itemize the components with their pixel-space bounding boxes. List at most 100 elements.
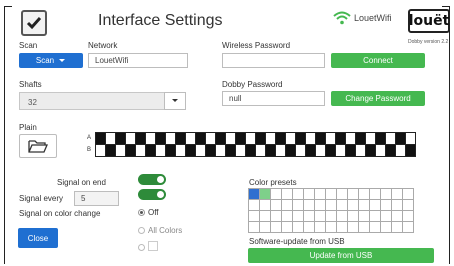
color-preset-cell[interactable] [314,210,326,222]
plain-cell[interactable] [125,132,136,145]
color-preset-cell[interactable] [314,221,326,233]
plain-cell[interactable] [245,132,256,145]
signal-every-input[interactable]: 5 [74,191,119,206]
plain-cell[interactable] [365,132,376,145]
plain-cell[interactable] [405,144,416,157]
plain-cell[interactable] [95,132,106,145]
plain-cell[interactable] [175,132,186,145]
color-preset-cell[interactable] [402,199,414,211]
color-preset-cell[interactable] [336,210,348,222]
plain-cell[interactable] [235,132,246,145]
plain-cell[interactable] [115,132,126,145]
plain-cell[interactable] [105,132,116,145]
color-preset-cell[interactable] [303,188,315,200]
color-preset-cell[interactable] [248,199,260,211]
color-preset-cell[interactable] [369,199,381,211]
plain-cell[interactable] [205,144,216,157]
color-preset-cell[interactable] [347,199,359,211]
plain-cell[interactable] [165,144,176,157]
plain-cell[interactable] [165,132,176,145]
signal-every-toggle[interactable] [138,189,166,200]
color-preset-cell[interactable] [402,210,414,222]
color-preset-cell[interactable] [248,210,260,222]
plain-cell[interactable] [195,132,206,145]
shafts-dropdown-button[interactable] [164,92,186,110]
color-preset-cell[interactable] [380,221,392,233]
color-preset-cell[interactable] [292,210,304,222]
plain-cell[interactable] [245,144,256,157]
signal-on-end-toggle[interactable] [138,174,166,185]
plain-cell[interactable] [115,144,126,157]
color-preset-cell[interactable] [347,210,359,222]
plain-cell[interactable] [155,144,166,157]
plain-cell[interactable] [265,132,276,145]
color-preset-cell[interactable] [336,199,348,211]
connect-button[interactable]: Connect [331,53,425,68]
plain-cell[interactable] [155,132,166,145]
plain-weave-grid[interactable] [95,132,416,157]
color-preset-cell[interactable] [270,221,282,233]
color-preset-cell[interactable] [358,221,370,233]
plain-cell[interactable] [215,132,226,145]
color-presets-grid[interactable] [248,188,414,233]
plain-cell[interactable] [345,144,356,157]
color-preset-cell[interactable] [248,188,260,200]
radio-custom-color[interactable] [138,244,145,251]
color-preset-cell[interactable] [259,210,271,222]
radio-off[interactable] [138,209,145,216]
color-preset-cell[interactable] [347,188,359,200]
plain-cell[interactable] [285,144,296,157]
color-preset-cell[interactable] [292,221,304,233]
color-preset-cell[interactable] [380,188,392,200]
plain-cell[interactable] [315,132,326,145]
plain-cell[interactable] [255,144,266,157]
color-preset-cell[interactable] [402,188,414,200]
plain-cell[interactable] [265,144,276,157]
plain-cell[interactable] [395,132,406,145]
plain-cell[interactable] [305,144,316,157]
plain-cell[interactable] [145,132,156,145]
color-preset-cell[interactable] [369,188,381,200]
plain-cell[interactable] [175,144,186,157]
color-preset-cell[interactable] [259,188,271,200]
color-preset-cell[interactable] [402,221,414,233]
color-preset-cell[interactable] [325,188,337,200]
color-preset-cell[interactable] [391,199,403,211]
plain-cell[interactable] [305,132,316,145]
wireless-password-input[interactable] [222,53,325,68]
color-preset-cell[interactable] [325,210,337,222]
color-preset-cell[interactable] [391,210,403,222]
plain-cell[interactable] [295,144,306,157]
change-password-button[interactable]: Change Password [331,91,425,106]
plain-cell[interactable] [315,144,326,157]
plain-cell[interactable] [345,132,356,145]
plain-cell[interactable] [335,144,346,157]
plain-cell[interactable] [105,144,116,157]
color-preset-cell[interactable] [314,188,326,200]
color-preset-cell[interactable] [303,221,315,233]
color-preset-cell[interactable] [248,221,260,233]
plain-cell[interactable] [405,132,416,145]
color-preset-cell[interactable] [270,199,282,211]
plain-cell[interactable] [325,144,336,157]
plain-cell[interactable] [135,144,146,157]
plain-cell[interactable] [325,132,336,145]
color-preset-cell[interactable] [391,188,403,200]
close-button[interactable]: Close [18,228,58,248]
color-preset-cell[interactable] [369,221,381,233]
enable-checkbox[interactable] [21,10,47,36]
color-preset-cell[interactable] [281,210,293,222]
plain-cell[interactable] [225,132,236,145]
open-folder-button[interactable] [19,134,57,158]
plain-cell[interactable] [275,132,286,145]
color-preset-cell[interactable] [380,199,392,211]
plain-cell[interactable] [255,132,266,145]
shafts-select[interactable]: 32 [19,92,165,110]
color-preset-cell[interactable] [369,210,381,222]
color-preset-cell[interactable] [259,199,271,211]
color-preset-cell[interactable] [314,199,326,211]
plain-cell[interactable] [225,144,236,157]
color-preset-cell[interactable] [303,199,315,211]
color-preset-cell[interactable] [292,188,304,200]
update-from-usb-button[interactable]: Update from USB [248,248,434,263]
